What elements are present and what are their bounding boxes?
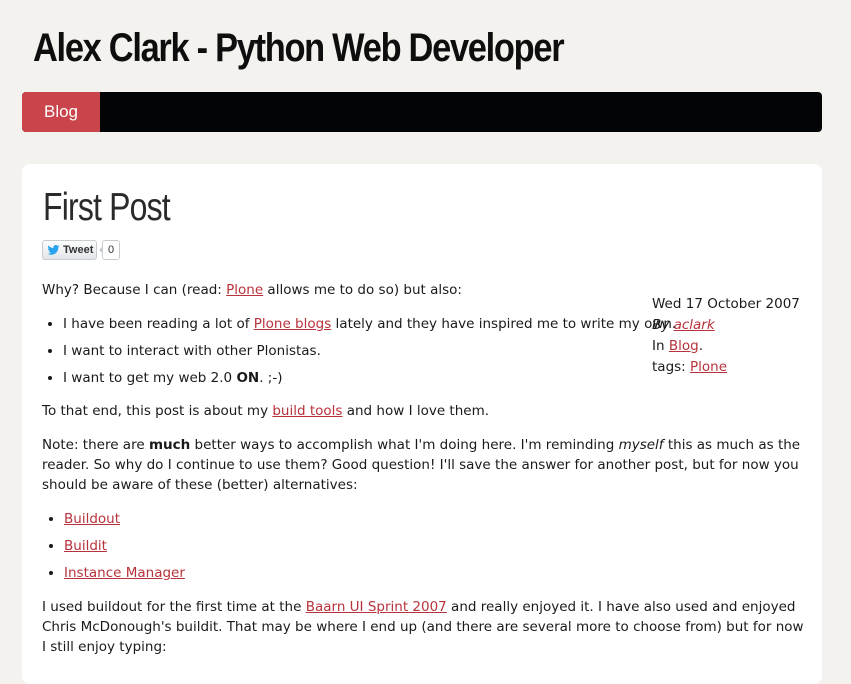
list-item: Buildout [64,509,185,536]
list-item: I have been reading a lot of Plone blogs… [63,314,676,341]
alternatives-list: Buildout Buildit Instance Manager [42,509,185,590]
tweet-button[interactable]: Tweet [42,240,97,260]
build-tools-link[interactable]: build tools [272,403,342,419]
buildit-link[interactable]: Buildit [64,538,107,554]
tweet-label: Tweet [63,244,94,256]
twitter-bird-icon [47,245,60,255]
buildout-paragraph: I used buildout for the first time at th… [42,599,804,655]
post-meta: Wed 17 October 2007 By aclark In Blog. t… [652,294,822,378]
post-date: Wed 17 October 2007 [652,296,800,312]
site-title[interactable]: Alex Clark - Python Web Developer [33,26,565,71]
reasons-list: I have been reading a lot of Plone blogs… [42,314,676,395]
plone-blogs-link[interactable]: Plone blogs [254,316,332,332]
list-item: Buildit [64,536,185,563]
tag-link-plone[interactable]: Plone [690,359,727,375]
list-item: I want to interact with other Plonistas. [63,341,676,368]
post-tags-line: tags: Plone [652,357,822,378]
category-suffix: . [698,338,703,354]
tweet-count: 0 [99,240,120,260]
instance-manager-link[interactable]: Instance Manager [64,565,185,581]
to-that-end-paragraph: To that end, this post is about my build… [42,403,490,419]
baarn-sprint-link[interactable]: Baarn UI Sprint 2007 [306,599,447,615]
post-category-line: In Blog. [652,336,822,357]
post-title: First Post [43,186,171,229]
nav-item-blog[interactable]: Blog [22,92,100,132]
list-item: I want to get my web 2.0 ON. ;-) [63,368,676,395]
main-navbar: Blog [22,92,822,132]
author-link[interactable]: aclark [674,317,715,333]
note-paragraph: Note: there are much better ways to acco… [42,437,801,493]
post-author-line: By aclark [652,315,822,336]
list-item: Instance Manager [64,563,185,590]
buildout-link[interactable]: Buildout [64,511,120,527]
plone-link[interactable]: Plone [226,282,263,298]
intro-paragraph: Why? Because I can (read: Plone allows m… [42,282,462,298]
